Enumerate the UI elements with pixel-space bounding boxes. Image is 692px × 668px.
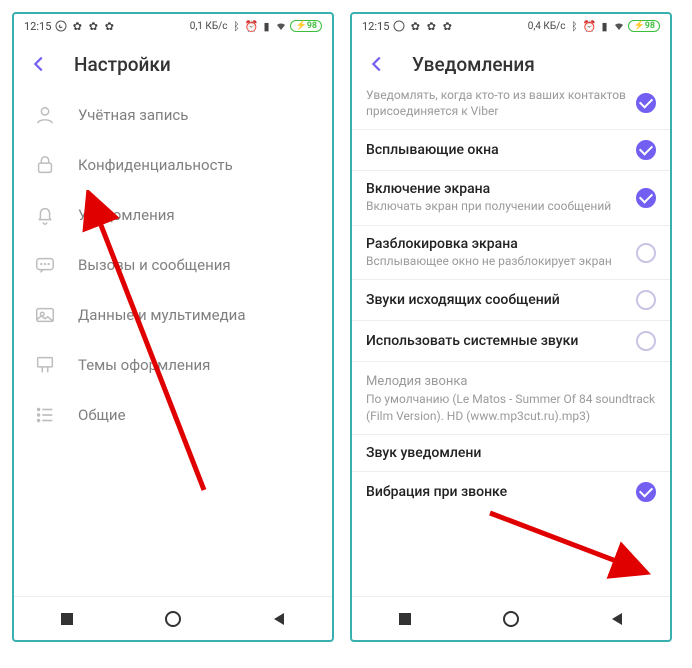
setting-sub: Включать экран при получении сообщений <box>366 199 626 215</box>
page-title: Настройки <box>74 53 171 76</box>
nav-home-icon[interactable] <box>502 610 520 628</box>
setting-title: Включение экрана <box>366 181 626 197</box>
status-bar: 12:15 ✿ ✿ ✿ 0,4 КБ/с ᛒ ⏰ ▮ ⚡98 <box>352 14 670 38</box>
setting-screen-on[interactable]: Включение экрана Включать экран при полу… <box>352 170 670 225</box>
setting-outgoing-sound[interactable]: Звуки исходящих сообщений <box>352 279 670 320</box>
toggle-icon[interactable] <box>636 243 656 263</box>
item-label: Общие <box>78 406 126 424</box>
item-label: Учётная запись <box>78 106 188 124</box>
theme-icon <box>34 354 56 376</box>
setting-title: Звуки исходящих сообщений <box>366 292 626 308</box>
bell-icon <box>34 204 56 226</box>
setting-title: Всплывающие окна <box>366 142 626 158</box>
setting-popups[interactable]: Всплывающие окна <box>352 129 670 170</box>
toggle-icon[interactable] <box>636 93 656 113</box>
settings-item-themes[interactable]: Темы оформления <box>14 340 332 390</box>
toggle-icon[interactable] <box>636 482 656 502</box>
settings-item-notifications[interactable]: Уведомления <box>14 190 332 240</box>
nav-back-icon[interactable] <box>608 610 626 628</box>
nav-home-icon[interactable] <box>164 610 182 628</box>
status-net: 0,4 КБ/с <box>528 21 566 32</box>
nav-recent-icon[interactable] <box>396 610 414 628</box>
item-label: Темы оформления <box>78 356 210 374</box>
app-header: Настройки <box>14 38 332 90</box>
wifi-icon <box>613 20 625 32</box>
annotation-arrow <box>482 505 652 585</box>
gear-icon: ✿ <box>87 20 99 32</box>
list-icon <box>34 404 56 426</box>
status-net: 0,1 КБ/с <box>190 21 228 32</box>
status-bar: 12:15 ✿ ✿ ✿ 0,1 КБ/с ᛒ ⏰ ▮ ⚡98 <box>14 14 332 38</box>
settings-item-media[interactable]: Данные и мультимедиа <box>14 290 332 340</box>
whatsapp-icon <box>393 20 405 32</box>
gear-icon: ✿ <box>71 20 83 32</box>
alarm-icon: ⏰ <box>583 20 595 32</box>
battery-pill: ⚡98 <box>290 20 322 32</box>
wifi-icon <box>275 20 287 32</box>
app-header: Уведомления <box>352 38 670 90</box>
toggle-icon[interactable] <box>636 188 656 208</box>
phone-right: 12:15 ✿ ✿ ✿ 0,4 КБ/с ᛒ ⏰ ▮ ⚡98 Уведомлен… <box>350 12 672 642</box>
notifications-list: Уведомлять, когда кто-то из ваших контак… <box>352 90 670 596</box>
bluetooth-icon: ᛒ <box>230 20 242 32</box>
nav-recent-icon[interactable] <box>58 610 76 628</box>
item-label: Вызовы и сообщения <box>78 256 231 274</box>
bluetooth-icon: ᛒ <box>568 20 580 32</box>
setting-title: Вибрация при звонке <box>366 484 626 500</box>
item-label: Данные и мультимедиа <box>78 306 245 324</box>
signal-icon: ▮ <box>260 20 272 32</box>
lock-icon <box>34 154 56 176</box>
section-value: По умолчанию (Le Matos - Summer Of 84 so… <box>366 391 656 423</box>
toggle-icon[interactable] <box>636 290 656 310</box>
gear-icon: ✿ <box>103 20 115 32</box>
media-icon <box>34 304 56 326</box>
setting-system-sounds[interactable]: Использовать системные звуки <box>352 320 670 361</box>
nav-back-icon[interactable] <box>270 610 288 628</box>
item-label: Конфиденциальность <box>78 156 233 174</box>
setting-sub: Уведомлять, когда кто-то из ваших контак… <box>366 90 626 119</box>
settings-item-privacy[interactable]: Конфиденциальность <box>14 140 332 190</box>
settings-list: Учётная запись Конфиденциальность Уведом… <box>14 90 332 596</box>
whatsapp-icon <box>55 20 67 32</box>
setting-sub: Всплывающее окно не разблокирует экран <box>366 254 626 270</box>
gear-icon: ✿ <box>441 20 453 32</box>
settings-item-calls[interactable]: Вызовы и сообщения <box>14 240 332 290</box>
alarm-icon: ⏰ <box>245 20 257 32</box>
setting-unlock[interactable]: Разблокировка экрана Всплывающее окно не… <box>352 225 670 280</box>
item-label: Уведомления <box>78 206 175 224</box>
settings-item-general[interactable]: Общие <box>14 390 332 440</box>
user-icon <box>34 104 56 126</box>
android-navbar <box>14 596 332 640</box>
status-time: 12:15 <box>24 20 51 33</box>
chat-icon <box>34 254 56 276</box>
signal-icon: ▮ <box>598 20 610 32</box>
gear-icon: ✿ <box>425 20 437 32</box>
setting-title: Разблокировка экрана <box>366 236 626 252</box>
toggle-icon[interactable] <box>636 140 656 160</box>
setting-notification-sound[interactable]: Звук уведомлени <box>352 434 670 471</box>
setting-title: Использовать системные звуки <box>366 333 626 349</box>
ringtone-section[interactable]: Мелодия звонка По умолчанию (Le Matos - … <box>352 361 670 433</box>
android-navbar <box>352 596 670 640</box>
setting-vibrate-call[interactable]: Вибрация при звонке <box>352 471 670 512</box>
status-time: 12:15 <box>362 20 389 33</box>
section-title: Мелодия звонка <box>366 374 656 389</box>
settings-item-account[interactable]: Учётная запись <box>14 90 332 140</box>
back-icon[interactable] <box>28 53 50 75</box>
gear-icon: ✿ <box>409 20 421 32</box>
toggle-icon[interactable] <box>636 331 656 351</box>
battery-pill: ⚡98 <box>628 20 660 32</box>
back-icon[interactable] <box>366 53 388 75</box>
page-title: Уведомления <box>412 53 535 76</box>
phone-left: 12:15 ✿ ✿ ✿ 0,1 КБ/с ᛒ ⏰ ▮ ⚡98 Настройки… <box>12 12 334 642</box>
setting-title: Звук уведомлени <box>366 445 656 461</box>
setting-contact-joined[interactable]: Уведомлять, когда кто-то из ваших контак… <box>352 90 670 129</box>
